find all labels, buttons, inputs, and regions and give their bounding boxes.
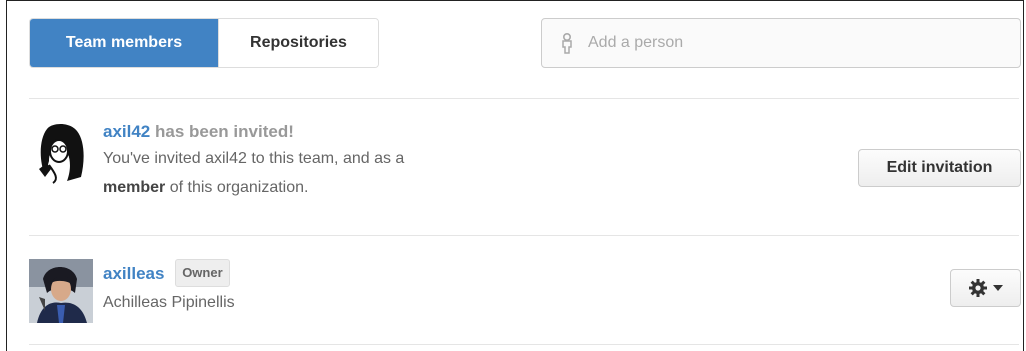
add-person-field[interactable] <box>541 18 1021 68</box>
invited-member-row: axil42 has been invited! You've invited … <box>29 121 1021 211</box>
invite-line-3-suffix: of this organization. <box>169 179 309 196</box>
avatar-axil42 <box>29 121 93 185</box>
invite-status: has been invited! <box>155 122 294 141</box>
add-person-input[interactable] <box>586 33 986 53</box>
member-row: axilleas Owner Achilleas Pipinellis <box>29 259 1021 323</box>
owner-badge: Owner <box>175 259 230 287</box>
avatar-axilleas <box>29 259 93 323</box>
gear-icon <box>968 278 988 298</box>
member-details: axilleas Owner Achilleas Pipinellis <box>103 259 235 318</box>
tab-team-members[interactable]: Team members <box>30 19 218 67</box>
username-link[interactable]: axil42 <box>103 122 150 141</box>
edit-invitation-button[interactable]: Edit invitation <box>858 149 1021 187</box>
tab-bar: Team members Repositories <box>29 18 379 68</box>
caret-down-icon <box>993 285 1003 291</box>
invite-line-2: You've invited axil42 to this team, and … <box>103 150 405 167</box>
role-label: member <box>103 179 166 196</box>
invite-line-3: member of this organization. <box>103 172 404 203</box>
person-icon <box>560 32 574 54</box>
divider <box>29 235 1019 236</box>
divider <box>29 344 1019 345</box>
team-panel: Team members Repositories Add a person a… <box>6 0 1024 351</box>
tab-repositories[interactable]: Repositories <box>218 19 378 67</box>
divider <box>29 98 1019 99</box>
member-full-name: Achilleas Pipinellis <box>103 294 235 311</box>
username-link[interactable]: axilleas <box>103 264 164 283</box>
invite-details: axil42 has been invited! You've invited … <box>103 121 404 203</box>
member-settings-button[interactable] <box>950 269 1021 307</box>
